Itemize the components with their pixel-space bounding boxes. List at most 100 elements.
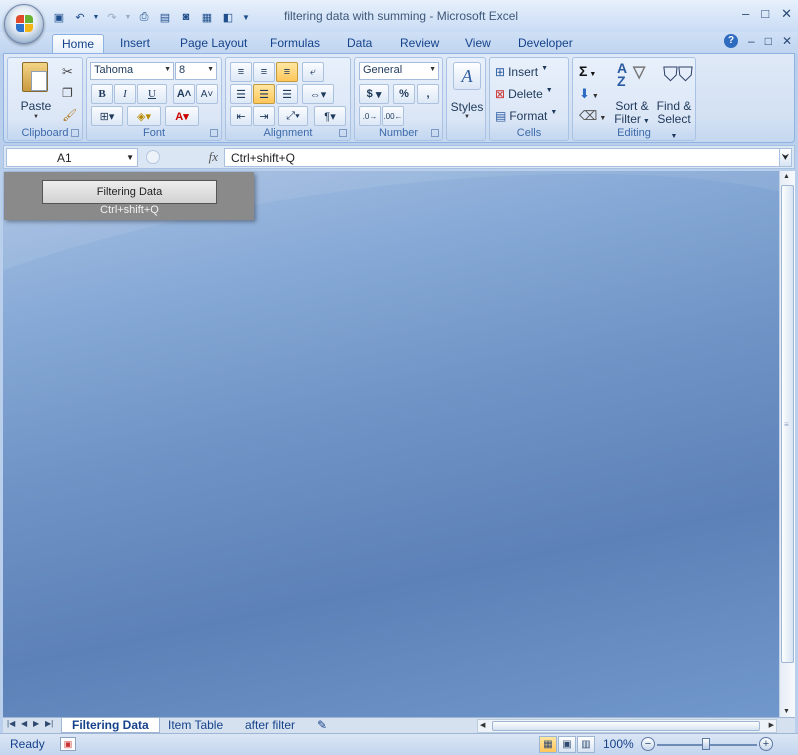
zoom-slider-thumb[interactable] [702, 738, 710, 750]
undo-icon[interactable]: ↶ [71, 8, 89, 26]
paste-button[interactable]: Paste ▼ [14, 62, 58, 120]
font-name-combo[interactable]: Tahoma ▼ [90, 62, 174, 80]
align-bottom-icon[interactable]: ≡ [276, 62, 298, 82]
styles-group[interactable]: A Styles ▼ [446, 57, 486, 141]
insert-cells-button[interactable]: ⊞ Insert ▼ [495, 65, 548, 79]
formula-input[interactable]: Ctrl+shift+Q [224, 148, 780, 167]
last-sheet-icon[interactable]: ▶| [45, 719, 53, 728]
format-cells-button[interactable]: ▤ Format ▼ [495, 109, 557, 123]
clear-icon[interactable]: ⌫ ▼ [579, 108, 606, 124]
workbook-close-button[interactable]: ✕ [782, 34, 792, 48]
increase-indent-icon[interactable]: ⇥ [253, 106, 275, 126]
tab-home[interactable]: Home [52, 34, 105, 54]
copy-icon[interactable]: ❐ [62, 86, 73, 100]
customize-qat-icon[interactable]: ▼ [240, 8, 252, 26]
scroll-up-icon[interactable]: ▲ [783, 173, 790, 180]
wrap-text-icon[interactable]: ⤶ [302, 62, 324, 82]
clipboard-launcher-icon[interactable] [71, 129, 79, 137]
name-box[interactable]: A1 ▼ [6, 148, 138, 167]
workbook-minimize-button[interactable]: – [748, 34, 755, 48]
undo-dropdown-icon[interactable]: ▼ [92, 8, 100, 26]
scroll-down-icon[interactable]: ▼ [783, 708, 790, 715]
sheet-tab-item-table[interactable]: Item Table [158, 718, 233, 733]
close-button[interactable]: ✕ [781, 6, 792, 22]
font-launcher-icon[interactable] [210, 129, 218, 137]
bold-button[interactable]: B [91, 84, 113, 104]
sheet-tab-after-filter[interactable]: after filter [235, 718, 305, 733]
prev-sheet-icon[interactable]: ◀ [21, 719, 27, 728]
sort-filter-button[interactable]: A Z ▽ Sort & Filter ▼ [611, 61, 653, 126]
borders-icon[interactable]: ⊞▾ [91, 106, 123, 126]
tab-view[interactable]: View [456, 34, 500, 54]
tab-formulas[interactable]: Formulas [261, 34, 329, 54]
expand-formula-bar-icon[interactable]: ⮟ [779, 148, 792, 167]
redo-dropdown-icon[interactable]: ▼ [124, 8, 132, 26]
align-right-icon[interactable]: ☰ [276, 84, 298, 104]
shrink-font-icon[interactable]: A˅ [196, 84, 218, 104]
format-painter-icon[interactable]: 🖌 [62, 108, 77, 122]
page-layout-view-icon[interactable]: ▣ [558, 736, 576, 753]
comma-button[interactable]: , [417, 84, 439, 104]
number-format-combo[interactable]: General ▼ [359, 62, 439, 80]
text-direction-icon[interactable]: ¶▾ [314, 106, 346, 126]
minimize-button[interactable]: – [742, 6, 749, 22]
normal-view-icon[interactable]: ▦ [539, 736, 557, 753]
tab-developer[interactable]: Developer [509, 34, 582, 54]
zoom-in-icon[interactable]: + [759, 737, 773, 751]
delete-cells-button[interactable]: ⊠ Delete ▼ [495, 87, 553, 101]
currency-button[interactable]: $ ▾ [359, 84, 389, 104]
zoom-out-icon[interactable]: − [641, 737, 655, 751]
align-center-icon[interactable]: ☰ [253, 84, 275, 104]
camera-icon[interactable]: ◙ [177, 8, 195, 26]
decrease-decimal-icon[interactable]: .00← [382, 106, 404, 126]
fill-color-icon[interactable]: ◈▾ [127, 106, 161, 126]
office-button[interactable] [4, 4, 44, 44]
print-preview-icon[interactable]: ⎙ [135, 8, 153, 26]
find-select-button[interactable]: ⛉⛉ Find & Select ▼ [653, 62, 695, 140]
autosum-button[interactable]: Σ ▼ [579, 63, 596, 79]
align-left-icon[interactable]: ☰ [230, 84, 252, 104]
font-size-combo[interactable]: 8 ▼ [175, 62, 217, 80]
toolbox-icon[interactable]: ◧ [219, 8, 237, 26]
increase-decimal-icon[interactable]: .0→ [359, 106, 381, 126]
first-sheet-icon[interactable]: |◀ [7, 719, 15, 728]
formula-cancel-icon[interactable] [146, 150, 160, 164]
zoom-level[interactable]: 100% [603, 737, 634, 751]
number-launcher-icon[interactable] [431, 129, 439, 137]
decrease-indent-icon[interactable]: ⇤ [230, 106, 252, 126]
filtering-data-button[interactable]: Filtering Data [42, 180, 217, 204]
next-sheet-icon[interactable]: ▶ [33, 719, 39, 728]
percent-button[interactable]: % [393, 84, 415, 104]
open-icon[interactable]: ▤ [156, 8, 174, 26]
maximize-button[interactable]: □ [761, 6, 769, 22]
horizontal-scroll-thumb[interactable] [492, 721, 760, 731]
align-middle-icon[interactable]: ≡ [253, 62, 275, 82]
cut-icon[interactable]: ✂ [62, 64, 73, 80]
insert-sheet-icon[interactable]: ✎ [311, 718, 333, 733]
page-break-view-icon[interactable]: ▥ [577, 736, 595, 753]
scroll-right-icon[interactable]: ▶ [769, 721, 774, 729]
tab-data[interactable]: Data [338, 34, 381, 54]
insert-function-icon[interactable]: fx [209, 149, 218, 165]
worksheet-area[interactable] [3, 171, 779, 717]
form-icon[interactable]: ▦ [198, 8, 216, 26]
italic-button[interactable]: I [114, 84, 136, 104]
scroll-left-icon[interactable]: ◀ [480, 721, 485, 729]
vertical-scroll-thumb[interactable]: ≡ [781, 185, 794, 663]
align-top-icon[interactable]: ≡ [230, 62, 252, 82]
tab-page-layout[interactable]: Page Layout [171, 34, 256, 54]
save-icon[interactable]: ▣ [50, 8, 68, 26]
macro-record-icon[interactable]: ▣ [60, 737, 76, 751]
fill-icon[interactable]: ⬇ ▼ [579, 86, 599, 102]
tab-review[interactable]: Review [391, 34, 448, 54]
help-icon[interactable]: ? [724, 34, 738, 48]
merge-center-icon[interactable]: ⇔▾ [302, 84, 334, 104]
alignment-launcher-icon[interactable] [339, 129, 347, 137]
vertical-scrollbar[interactable]: ▲ ≡ ▼ [779, 171, 795, 717]
workbook-restore-button[interactable]: □ [765, 34, 772, 48]
redo-icon[interactable]: ↷ [103, 8, 121, 26]
orientation-icon[interactable]: ⤢▾ [278, 106, 308, 126]
grow-font-icon[interactable]: A˄ [173, 84, 195, 104]
horizontal-scrollbar[interactable]: ◀ ▶ [477, 719, 777, 733]
font-color-icon[interactable]: A▾ [165, 106, 199, 126]
